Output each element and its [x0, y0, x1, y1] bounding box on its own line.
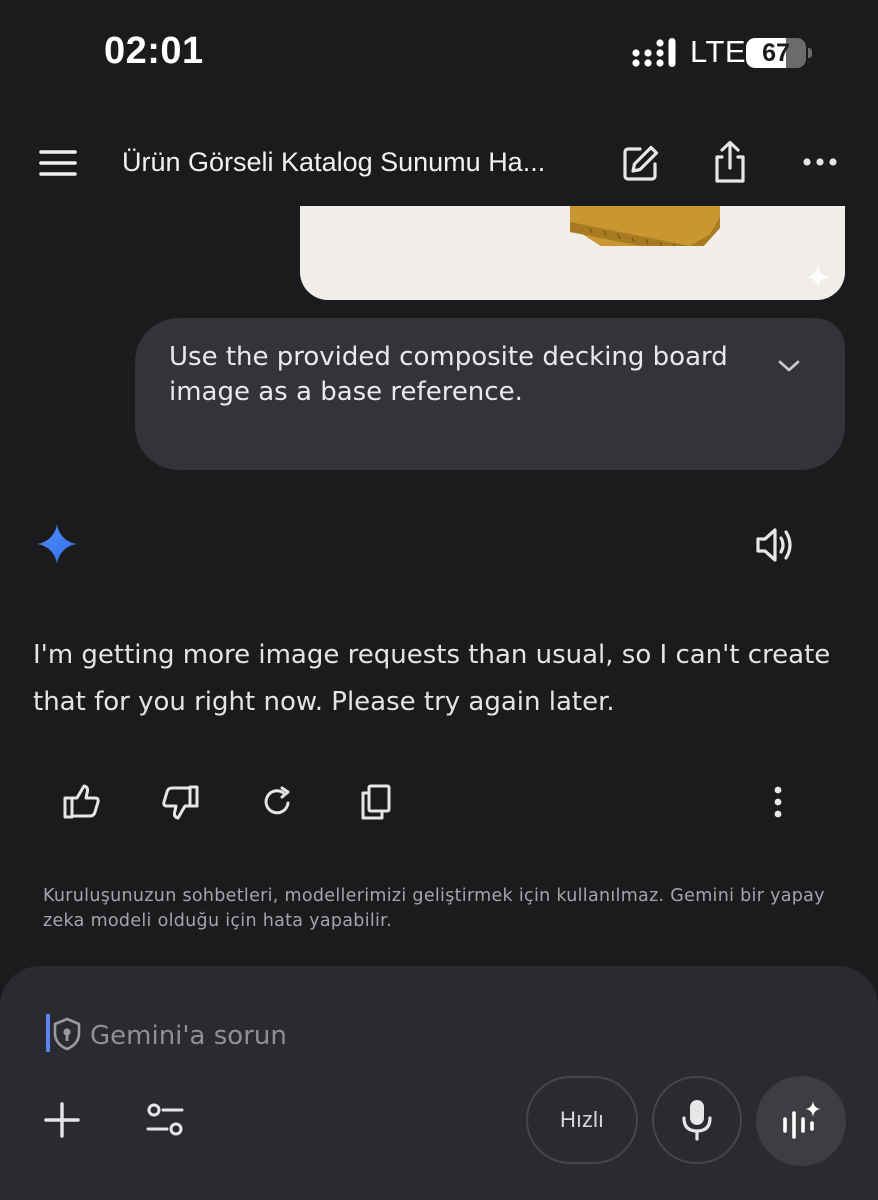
- sparkle-watermark-icon: [806, 265, 830, 289]
- good-response-button[interactable]: [58, 778, 106, 826]
- menu-icon: [39, 150, 77, 176]
- gemini-spark-icon: [37, 524, 77, 564]
- battery-icon: 67: [746, 38, 812, 68]
- model-mode-button[interactable]: Hızlı: [526, 1076, 638, 1164]
- signal-strength-icon: [632, 38, 676, 67]
- shield-lock-icon: [53, 1017, 81, 1051]
- tools-sliders-icon: [146, 1103, 184, 1136]
- text-cursor: [46, 1014, 50, 1052]
- thumbs-down-icon: [162, 785, 199, 820]
- chevron-down-icon: [778, 360, 800, 372]
- share-button[interactable]: [704, 136, 756, 188]
- read-aloud-button[interactable]: [750, 520, 800, 570]
- regenerate-button[interactable]: [254, 778, 302, 826]
- menu-button[interactable]: [30, 140, 86, 186]
- chat-title[interactable]: Ürün Görseli Katalog Sunumu Ha...: [122, 142, 582, 182]
- share-icon: [715, 140, 745, 183]
- composer-panel: [0, 966, 878, 1200]
- add-attachment-button[interactable]: [38, 1096, 86, 1144]
- network-type-label: LTE: [690, 34, 747, 69]
- uploaded-image-thumbnail[interactable]: [300, 206, 845, 300]
- more-vertical-icon: [774, 786, 782, 818]
- live-waveform-icon: [783, 1101, 821, 1139]
- bad-response-button[interactable]: [156, 778, 204, 826]
- more-horizontal-icon: [803, 158, 837, 166]
- expand-prompt-button[interactable]: [769, 348, 809, 384]
- speaker-icon: [756, 528, 792, 562]
- plus-icon: [44, 1102, 80, 1138]
- edit-icon: [623, 145, 659, 181]
- redo-icon: [264, 786, 290, 815]
- more-options-button[interactable]: [794, 138, 846, 186]
- copy-icon: [361, 784, 391, 820]
- thumbs-up-icon: [63, 784, 100, 819]
- response-more-button[interactable]: [754, 778, 802, 826]
- microphone-icon: [682, 1100, 712, 1141]
- privacy-disclaimer: Kuruluşunuzun sohbetleri, modellerimizi …: [43, 886, 825, 931]
- battery-level-text: 67: [762, 39, 790, 67]
- copy-button[interactable]: [352, 778, 400, 826]
- status-time: 02:01: [104, 30, 204, 72]
- ask-gemini-input[interactable]: [90, 1016, 470, 1056]
- voice-input-button[interactable]: [652, 1076, 742, 1164]
- decking-board-image: [570, 206, 720, 246]
- user-prompt-bubble: Use the provided composite decking board…: [135, 318, 845, 470]
- gemini-chat-screen: 02:01 LTE 67 Ürün Görseli Katalog Sunumu…: [0, 0, 878, 1200]
- user-prompt-text: Use the provided composite decking board…: [169, 342, 728, 407]
- tools-button[interactable]: [140, 1096, 190, 1144]
- assistant-response-text: I'm getting more image requests than usu…: [33, 640, 831, 717]
- gemini-live-button[interactable]: [756, 1076, 846, 1166]
- new-chat-button[interactable]: [614, 138, 666, 190]
